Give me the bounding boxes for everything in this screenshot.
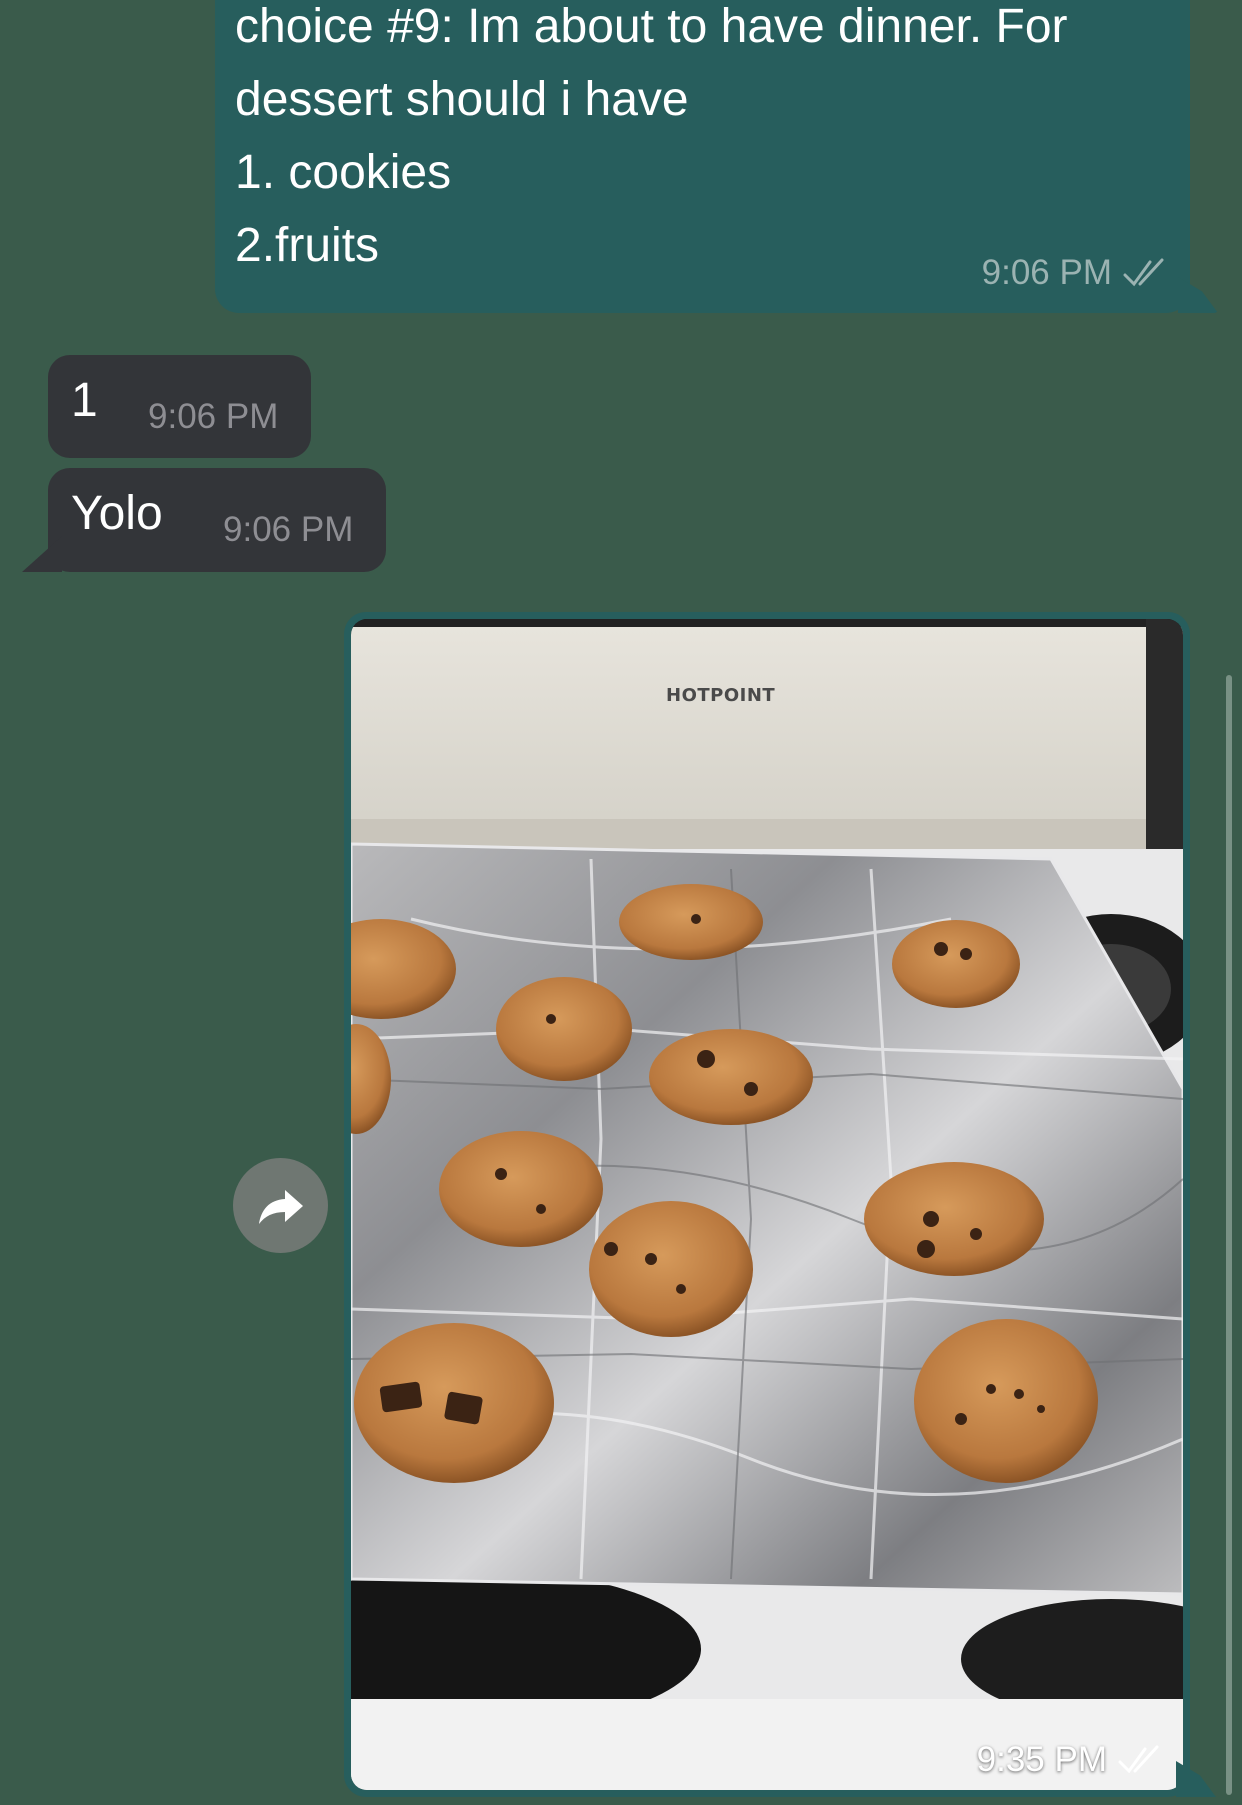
message-meta: 9:06 PM (982, 253, 1170, 293)
double-check-icon (1118, 1745, 1159, 1774)
message-line: choice #9: Im about to have dinner. For (235, 0, 1068, 53)
bubble-tail (1178, 277, 1218, 313)
message-time: 9:06 PM (981, 253, 1112, 292)
incoming-message-bubble[interactable]: 1 9:06 PM (48, 355, 311, 458)
message-time: 9:06 PM (148, 397, 279, 436)
message-time: 9:06 PM (223, 510, 354, 549)
double-check-icon (1123, 258, 1164, 287)
bubble-tail (22, 536, 62, 572)
bubble-tail (1176, 1761, 1216, 1797)
cookies-photo[interactable]: HOTPOINT 9:35 PM (351, 619, 1183, 1790)
brand-label: HOTPOINT (666, 685, 776, 706)
message-meta: 9:35 PM (977, 1740, 1165, 1780)
message-text: Yolo (71, 487, 163, 540)
forward-arrow-icon (258, 1189, 303, 1224)
message-line: 2.fruits (235, 219, 380, 272)
message-text: choice #9: Im about to have dinner. For … (235, 0, 1068, 282)
incoming-message-bubble[interactable]: Yolo 9:06 PM (22, 468, 386, 572)
scrollbar[interactable] (1226, 675, 1232, 1795)
forward-button[interactable] (233, 1158, 328, 1253)
message-line: 1. cookies (235, 146, 452, 199)
message-time: 9:35 PM (976, 1740, 1107, 1779)
message-text: 1 (71, 374, 98, 427)
message-line: dessert should i have (235, 73, 689, 126)
outgoing-photo-message[interactable]: HOTPOINT 9:35 PM (344, 612, 1216, 1797)
cookies-on-foil-image (351, 619, 1183, 1790)
chat-view: choice #9: Im about to have dinner. For … (0, 0, 1242, 1805)
outgoing-message-bubble[interactable]: choice #9: Im about to have dinner. For … (215, 0, 1218, 313)
